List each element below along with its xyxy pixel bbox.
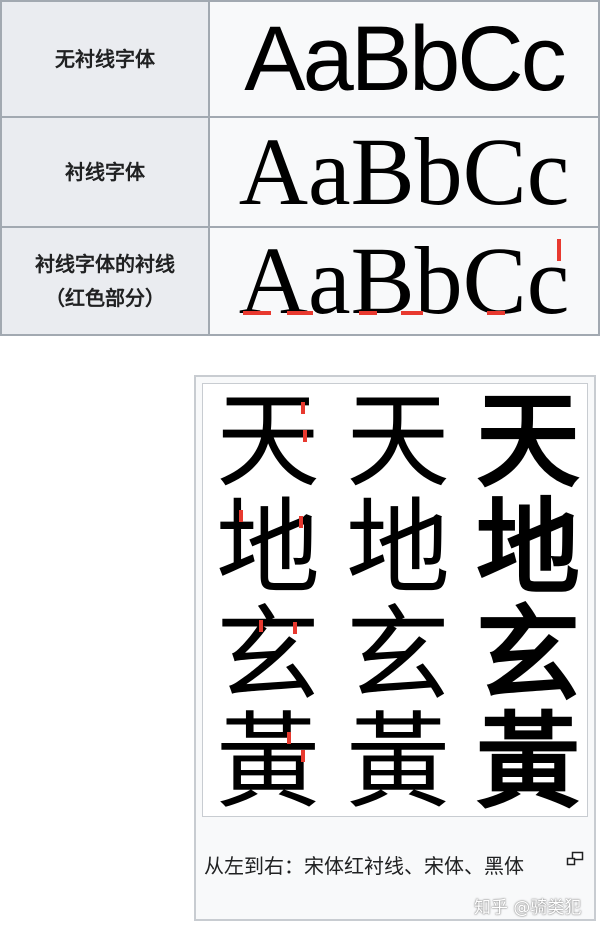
serif-highlight-mark [259,620,263,632]
glyph: 地 [345,487,450,609]
serif-highlight-mark [299,516,303,528]
serif-highlight-mark [400,311,423,315]
row-label-line: 衬线字体的衬线 [35,252,175,276]
table-row: 衬线字体的衬线 （红色部分） AaBbCc [0,226,600,336]
figure-thumbnail: 天 地 玄 黃 天 地 玄 黃 天 地 玄 黃 从左到右：宋体红衬线、宋体、黑体 [194,375,596,921]
row-label-serif-highlight: 衬线字体的衬线 （红色部分） [0,226,210,336]
watermark: 知乎 @骑类犯 [474,898,582,918]
row-label-sans-serif: 无衬线字体 [0,0,210,118]
glyph: 地 [215,487,320,609]
sample-cell-sans-serif: AaBbCc [208,0,600,118]
glyph: 天 [475,380,580,502]
serif-highlight-mark [293,622,297,634]
column-sans-serif: 天 地 玄 黃 [469,388,587,816]
table-row: 衬线字体 AaBbCc [0,116,600,228]
serif-highlight-mark [556,239,561,261]
serif-highlight-mark [303,430,307,442]
glyph: 黃 [345,701,450,823]
table-row: 无衬线字体 AaBbCc [0,0,600,118]
sample-cell-serif: AaBbCc [208,116,600,228]
enlarge-icon[interactable] [566,851,584,867]
glyph: 玄 [345,594,450,716]
serif-highlight-mark [286,311,313,315]
glyph: 天 [345,380,450,502]
glyph: 玄 [215,594,320,716]
figure-caption: 从左到右：宋体红衬线、宋体、黑体 [204,854,524,878]
serif-highlight-mark [239,510,243,522]
glyph: 黃 [475,701,580,823]
font-comparison-table: 无衬线字体 AaBbCc 衬线字体 AaBbCc 衬线字体的衬线 （红色部分） … [0,0,600,336]
glyph: 黃 [215,701,320,823]
serif-highlight-mark [301,750,305,762]
column-serif-red: 天 地 玄 黃 [209,388,327,816]
figure-image[interactable]: 天 地 玄 黃 天 地 玄 黃 天 地 玄 黃 [202,383,588,817]
sample-text-serif: AaBbCc [238,118,570,225]
glyph: 地 [475,487,580,609]
glyph: 天 [215,380,320,502]
serif-highlight-mark [358,311,377,315]
serif-highlight-mark [301,402,305,414]
sample-text-sans-serif: AaBbCc [244,8,566,110]
sample-text-serif-highlight-wrap: AaBbCc [239,233,570,329]
serif-highlight-mark [242,311,271,315]
sample-text-serif-highlight: AaBbCc [238,227,570,334]
column-serif: 天 地 玄 黃 [339,388,457,816]
serif-highlight-mark [486,311,505,315]
glyph: 玄 [475,594,580,716]
row-label-serif: 衬线字体 [0,116,210,228]
sample-cell-serif-highlight: AaBbCc [208,226,600,336]
row-label-line: （红色部分） [45,286,165,310]
serif-highlight-mark [287,732,291,744]
